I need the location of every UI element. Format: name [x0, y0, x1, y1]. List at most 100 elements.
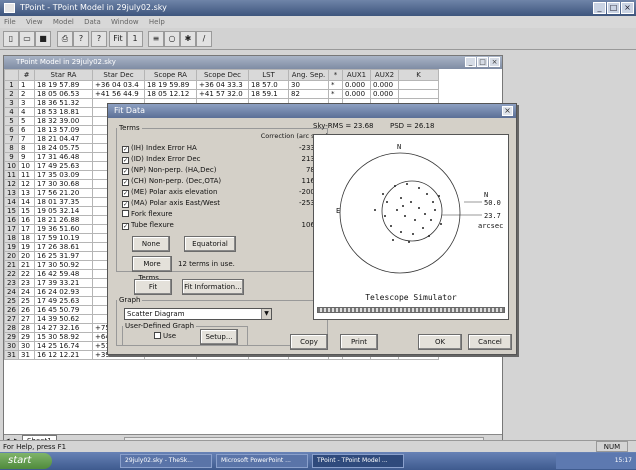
row-number[interactable]: 18 — [4, 233, 19, 243]
term-checkbox[interactable]: ✓ — [122, 190, 129, 197]
row-number[interactable]: 14 — [4, 197, 19, 207]
row-number[interactable]: 22 — [4, 269, 19, 279]
table-cell[interactable]: +41 56 44.9 — [92, 89, 145, 99]
table-row[interactable]: 1 1 18 19 57.89 +36 04 03.4 18 19 59.89 +36 0… — [4, 80, 439, 90]
table-cell[interactable]: 6 — [18, 125, 35, 135]
table-cell[interactable]: 0.000 — [370, 89, 399, 99]
help-icon[interactable]: ? — [73, 31, 89, 47]
table-cell[interactable]: 17 — [18, 224, 35, 234]
row-number[interactable]: 1 — [4, 80, 19, 90]
table-cell[interactable]: 16 12 12.21 — [34, 350, 93, 360]
table-cell[interactable]: 17 31 46.48 — [34, 152, 93, 162]
pencil-icon[interactable]: / — [196, 31, 212, 47]
table-cell[interactable]: 19 05 32.14 — [34, 206, 93, 216]
table-cell[interactable]: 18 19 57.89 — [34, 80, 93, 90]
cancel-button[interactable]: Cancel — [468, 334, 512, 350]
print-icon[interactable]: ⎙ — [57, 31, 73, 47]
row-number[interactable]: 17 — [4, 224, 19, 234]
new-icon[interactable]: ▯ — [3, 31, 19, 47]
table-cell[interactable]: 18 05 06.53 — [34, 89, 93, 99]
table-cell[interactable]: 18 13 57.09 — [34, 125, 93, 135]
table-cell[interactable]: 17 30 50.92 — [34, 260, 93, 270]
table-cell[interactable]: 17 39 33.21 — [34, 278, 93, 288]
table-cell[interactable]: 13 — [18, 188, 35, 198]
row-number[interactable]: 10 — [4, 161, 19, 171]
term-checkbox[interactable]: ✓ — [122, 157, 129, 164]
task-tpoint[interactable]: TPoint - TPoint Model ... — [312, 454, 404, 468]
chevron-down-icon[interactable]: ▼ — [261, 309, 271, 319]
table-cell[interactable]: 17 56 21.20 — [34, 188, 93, 198]
term-checkbox[interactable]: ✓ — [122, 168, 129, 175]
term-checkbox[interactable]: ✓ — [122, 179, 129, 186]
row-number[interactable]: 25 — [4, 296, 19, 306]
table-cell[interactable]: 14 — [18, 197, 35, 207]
row-number[interactable]: 2 — [4, 89, 19, 99]
table-cell[interactable]: 12 — [18, 179, 35, 189]
grid-header-2[interactable]: Star Dec — [92, 69, 145, 81]
row-number[interactable]: 3 — [4, 98, 19, 108]
grid-header-0[interactable]: # — [18, 69, 35, 81]
table-cell[interactable]: 15 — [18, 206, 35, 216]
table-cell[interactable]: 11 — [18, 170, 35, 180]
start-button[interactable]: start — [0, 453, 52, 469]
table-cell[interactable]: 17 30 30.68 — [34, 179, 93, 189]
row-number[interactable]: 11 — [4, 170, 19, 180]
table-cell[interactable]: 30 — [18, 341, 35, 351]
table-cell[interactable]: 18 01 37.35 — [34, 197, 93, 207]
table-row[interactable]: 2 2 18 05 06.53 +41 56 44.9 18 05 12.12 +41 5… — [4, 89, 439, 99]
term-checkbox[interactable]: ✓ — [122, 201, 129, 208]
table-cell[interactable]: 23 — [18, 278, 35, 288]
table-cell[interactable]: +36 04 33.3 — [196, 80, 249, 90]
table-cell[interactable]: 8 — [18, 143, 35, 153]
row-number[interactable]: 5 — [4, 116, 19, 126]
table-cell[interactable]: 15 30 58.92 — [34, 332, 93, 342]
use-checkbox[interactable]: Use — [154, 332, 176, 340]
row-number[interactable]: 7 — [4, 134, 19, 144]
table-cell[interactable]: 29 — [18, 332, 35, 342]
table-cell[interactable]: 17 49 25.63 — [34, 161, 93, 171]
table-cell[interactable]: 17 35 03.09 — [34, 170, 93, 180]
term-checkbox[interactable] — [122, 210, 129, 217]
grid-header-8[interactable]: AUX1 — [342, 69, 371, 81]
grid-header-5[interactable]: LST — [248, 69, 289, 81]
fit-information-button[interactable]: Fit Information... — [182, 279, 244, 295]
row-number[interactable]: 20 — [4, 251, 19, 261]
table-cell[interactable]: 18 19 59.89 — [144, 80, 197, 90]
print-button[interactable]: Print — [340, 334, 378, 350]
table-cell[interactable]: 17 49 25.63 — [34, 296, 93, 306]
child-minimize-button[interactable]: _ — [465, 57, 476, 67]
row-number[interactable]: 9 — [4, 152, 19, 162]
child-close-button[interactable]: × — [489, 57, 500, 67]
menu-window[interactable]: Window — [111, 18, 139, 26]
table-cell[interactable]: 14 25 16.74 — [34, 341, 93, 351]
star-icon[interactable]: ✱ — [180, 31, 196, 47]
row-number[interactable]: 23 — [4, 278, 19, 288]
table-cell[interactable]: * — [328, 89, 343, 99]
table-cell[interactable]: 0.000 — [370, 80, 399, 90]
grid-header-4[interactable]: Scope Dec — [196, 69, 249, 81]
row-number[interactable]: 21 — [4, 260, 19, 270]
grid-header-6[interactable]: Ang. Sep. — [288, 69, 329, 81]
table-cell[interactable]: 27 — [18, 314, 35, 324]
table-cell[interactable]: 0.000 — [342, 89, 371, 99]
table-cell[interactable]: 1 — [18, 80, 35, 90]
graph-type-select[interactable]: Scatter Diagram ▼ — [124, 308, 272, 320]
table-cell[interactable]: 22 — [18, 269, 35, 279]
term-checkbox[interactable]: ✓ — [122, 146, 129, 153]
table-cell[interactable]: 24 — [18, 287, 35, 297]
table-cell[interactable]: 21 — [18, 260, 35, 270]
equatorial-button[interactable]: Equatorial — [184, 236, 236, 252]
table-cell[interactable]: 25 — [18, 296, 35, 306]
row-number[interactable]: 8 — [4, 143, 19, 153]
dialog-close-button[interactable]: × — [502, 106, 513, 116]
row-number[interactable]: 15 — [4, 206, 19, 216]
menu-view[interactable]: View — [26, 18, 43, 26]
grid-header-1[interactable]: Star RA — [34, 69, 93, 81]
table-cell[interactable]: 17 26 38.61 — [34, 242, 93, 252]
table-cell[interactable]: 3 — [18, 98, 35, 108]
ok-button[interactable]: OK — [418, 334, 462, 350]
table-cell[interactable]: 9 — [18, 152, 35, 162]
table-cell[interactable]: 30 — [288, 80, 329, 90]
table-cell[interactable]: 31 — [18, 350, 35, 360]
table-cell[interactable]: 18 05 12.12 — [144, 89, 197, 99]
